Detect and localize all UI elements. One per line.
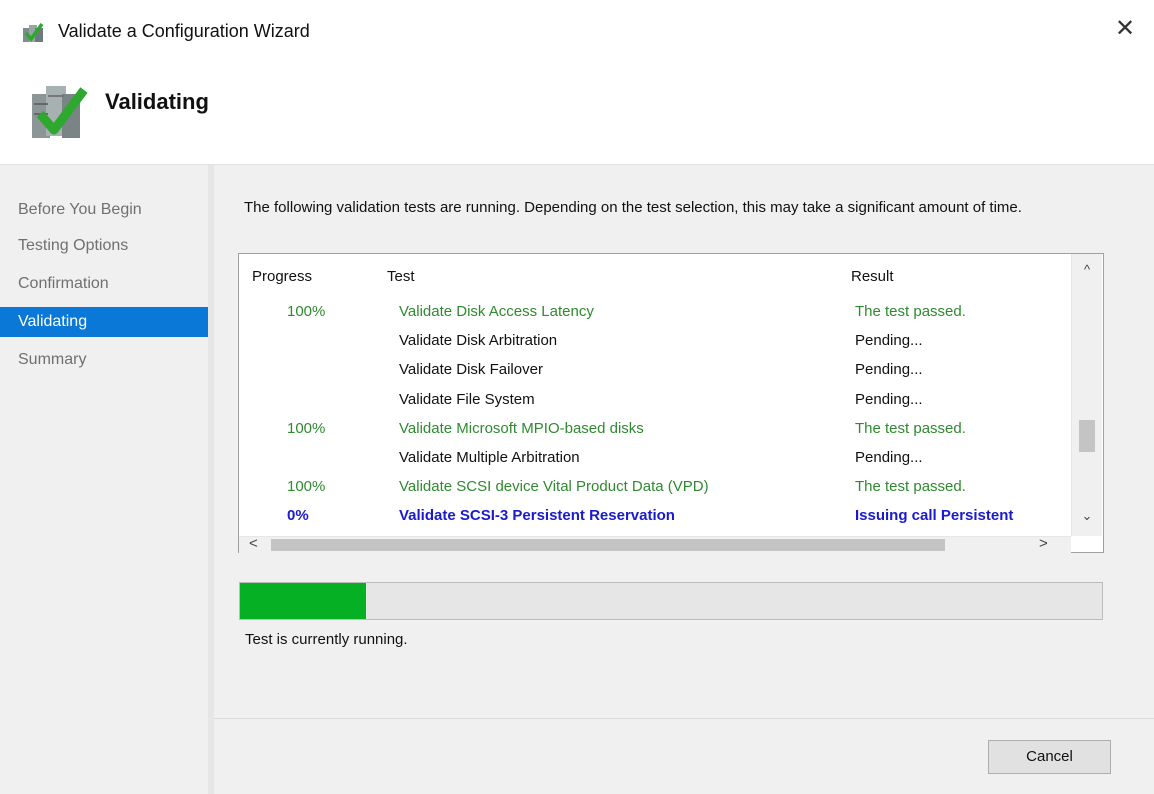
column-header-result[interactable]: Result bbox=[851, 268, 894, 285]
wizard-header: Validating bbox=[0, 64, 1154, 165]
sidebar-item-validating[interactable]: Validating bbox=[0, 307, 208, 337]
column-header-progress[interactable]: Progress bbox=[252, 268, 312, 285]
row-test-name: Validate Disk Failover bbox=[399, 361, 543, 378]
cluster-wizard-icon bbox=[23, 22, 44, 42]
horizontal-scroll-thumb[interactable] bbox=[271, 539, 945, 551]
table-row[interactable]: Validate Multiple Arbitration Pending... bbox=[239, 443, 1069, 472]
table-row[interactable]: Validate File System Pending... bbox=[239, 385, 1069, 414]
sidebar-item-testing-options[interactable]: Testing Options bbox=[0, 231, 208, 261]
page-title: Validating bbox=[105, 89, 209, 114]
intro-text: The following validation tests are runni… bbox=[244, 199, 1022, 216]
row-test-name: Validate Disk Arbitration bbox=[399, 332, 558, 349]
row-test-name: Validate SCSI device Vital Product Data … bbox=[399, 478, 709, 495]
table-row[interactable]: Validate Disk Failover Pending... bbox=[239, 355, 1069, 384]
table-row[interactable]: 100% Validate Microsoft MPIO-based disks… bbox=[239, 414, 1069, 443]
progress-bar-fill bbox=[240, 583, 366, 619]
vertical-scroll-thumb[interactable] bbox=[1079, 420, 1095, 452]
row-progress: 100% bbox=[287, 478, 326, 495]
validating-checkmark-icon bbox=[32, 86, 88, 138]
row-result: The test passed. bbox=[855, 420, 966, 437]
overall-progress-bar bbox=[239, 582, 1103, 620]
row-result: Pending... bbox=[855, 449, 923, 466]
footer-divider bbox=[214, 718, 1154, 719]
column-header-test[interactable]: Test bbox=[387, 268, 415, 285]
row-test-name: Validate SCSI-3 Persistent Reservation bbox=[399, 507, 675, 524]
row-test-name: Validate Multiple Arbitration bbox=[399, 449, 580, 466]
row-test-name: Validate File System bbox=[399, 391, 535, 408]
table-row[interactable]: Validate Disk Arbitration Pending... bbox=[239, 326, 1069, 355]
main-panel: The following validation tests are runni… bbox=[214, 165, 1154, 794]
row-result: Issuing call Persistent bbox=[855, 507, 1014, 524]
scroll-left-arrow-icon[interactable]: < bbox=[249, 535, 258, 552]
scroll-down-arrow-icon[interactable]: ⌄ bbox=[1072, 508, 1102, 524]
window-title: Validate a Configuration Wizard bbox=[58, 21, 310, 41]
title-bar: Validate a Configuration Wizard ✕ bbox=[0, 0, 1154, 64]
table-row[interactable]: 100% Validate SCSI device Vital Product … bbox=[239, 472, 1069, 501]
status-text: Test is currently running. bbox=[245, 631, 408, 648]
row-result: Pending... bbox=[855, 361, 923, 378]
row-result: Pending... bbox=[855, 391, 923, 408]
table-row[interactable]: 100% Validate Disk Access Latency The te… bbox=[239, 297, 1069, 326]
scroll-up-arrow-icon[interactable]: ^ bbox=[1072, 262, 1102, 277]
row-progress: 0% bbox=[287, 507, 309, 524]
scroll-right-arrow-icon[interactable]: > bbox=[1039, 535, 1048, 552]
row-test-name: Validate Disk Access Latency bbox=[399, 303, 594, 320]
vertical-scrollbar[interactable]: ^ ⌄ bbox=[1071, 254, 1102, 536]
sidebar-item-summary[interactable]: Summary bbox=[0, 345, 208, 375]
row-result: The test passed. bbox=[855, 303, 966, 320]
row-progress: 100% bbox=[287, 420, 326, 437]
sidebar-item-before-you-begin[interactable]: Before You Begin bbox=[0, 195, 208, 225]
validation-tests-list[interactable]: Progress Test Result 100% Validate Disk … bbox=[238, 253, 1104, 553]
table-row-running[interactable]: 0% Validate SCSI-3 Persistent Reservatio… bbox=[239, 501, 1069, 530]
row-result: The test passed. bbox=[855, 478, 966, 495]
wizard-steps-sidebar: Before You Begin Testing Options Confirm… bbox=[0, 165, 214, 794]
row-progress: 100% bbox=[287, 303, 326, 320]
sidebar-item-confirmation[interactable]: Confirmation bbox=[0, 269, 208, 299]
close-icon[interactable]: ✕ bbox=[1110, 14, 1140, 44]
row-test-name: Validate Microsoft MPIO-based disks bbox=[399, 420, 644, 437]
row-result: Pending... bbox=[855, 332, 923, 349]
cancel-button[interactable]: Cancel bbox=[988, 740, 1111, 774]
horizontal-scrollbar[interactable]: < > bbox=[239, 535, 1071, 553]
